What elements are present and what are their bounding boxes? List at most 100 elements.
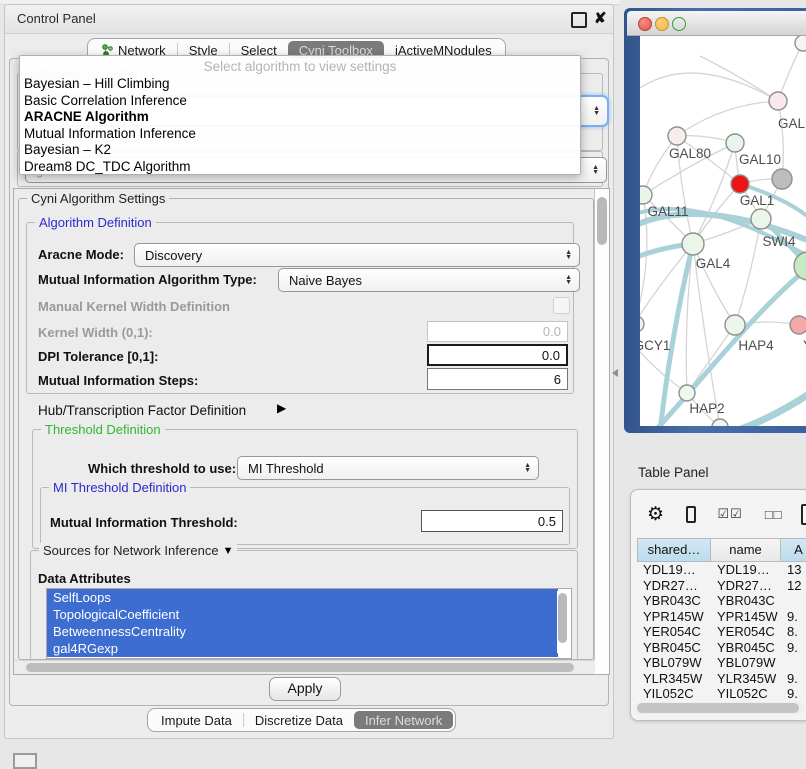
settings-horizontal-scrollbar[interactable] <box>14 660 595 674</box>
network-node[interactable] <box>795 36 806 51</box>
table-cell: YER054C <box>711 624 781 640</box>
deselect-all-checkboxes-icon[interactable]: □□ <box>765 507 783 522</box>
table-row[interactable]: YBL079WYBL079W <box>637 655 806 671</box>
bottom-tab-strip: Impute DataDiscretize DataInfer Network <box>147 708 456 732</box>
table-horizontal-scrollbar[interactable] <box>635 702 805 714</box>
mi-algorithm-type-combo[interactable]: Naive Bayes ▲▼ <box>278 268 580 292</box>
network-edge[interactable] <box>778 101 783 179</box>
algorithm-option[interactable]: Mutual Information Inference <box>20 126 580 143</box>
mi-threshold-input[interactable] <box>421 510 563 532</box>
algorithm-option[interactable]: Basic Correlation Inference <box>20 93 580 110</box>
network-edge[interactable] <box>677 101 778 136</box>
network-node[interactable] <box>640 186 652 204</box>
gear-icon[interactable]: ⚙ <box>647 503 664 526</box>
scrollbar-thumb[interactable] <box>597 197 607 245</box>
combo-arrows-icon: ▲▼ <box>558 275 579 285</box>
minimize-traffic-light-icon[interactable] <box>655 17 669 31</box>
algorithm-option[interactable]: Bayesian – Hill Climbing <box>20 76 580 93</box>
network-node[interactable] <box>751 209 771 229</box>
table-column-header[interactable]: A <box>781 538 806 562</box>
expand-arrow-icon[interactable]: ▶ <box>277 401 286 415</box>
scrollbar-thumb[interactable] <box>26 663 574 672</box>
table-cell: 12 <box>781 578 806 594</box>
network-node[interactable] <box>731 175 749 193</box>
columns-icon[interactable] <box>686 506 695 523</box>
kernel-width-input[interactable] <box>427 321 568 342</box>
network-edge[interactable] <box>693 244 720 426</box>
network-edge[interactable] <box>687 325 735 393</box>
aracne-mode-combo[interactable]: Discovery ▲▼ <box>134 243 580 267</box>
table-row[interactable]: YDR27…YDR27…12 <box>637 578 806 594</box>
table-row[interactable]: YER054CYER054C8. <box>637 624 806 640</box>
mi-threshold-definition-title: MI Threshold Definition <box>49 480 190 495</box>
manual-kernel-width-checkbox[interactable] <box>553 297 570 314</box>
table-cell: YDR27… <box>637 578 711 594</box>
data-attribute-item[interactable]: TopologicalCoefficient <box>47 606 558 623</box>
settings-vertical-scrollbar[interactable] <box>594 189 609 674</box>
network-node[interactable] <box>790 316 806 334</box>
table-toolbar: ⚙ ☑☑ □□ <box>631 498 806 530</box>
close-traffic-light-icon[interactable] <box>638 17 652 31</box>
tab-discretize-data[interactable]: Discretize Data <box>244 711 354 729</box>
float-icon[interactable] <box>571 12 587 28</box>
zoom-traffic-light-icon[interactable] <box>672 17 686 31</box>
settings-scrollpane: Cyni Algorithm Settings Algorithm Defini… <box>13 188 610 675</box>
table-row[interactable]: YPR145WYPR145W9. <box>637 609 806 625</box>
document-icon[interactable] <box>801 504 806 525</box>
scrollbar-thumb[interactable] <box>558 593 567 643</box>
scrollbar-thumb[interactable] <box>637 703 799 713</box>
network-node[interactable] <box>772 169 792 189</box>
collapse-arrow-icon[interactable]: ▼ <box>223 545 234 557</box>
network-node[interactable] <box>712 419 728 426</box>
network-node[interactable] <box>668 127 686 145</box>
network-view-window[interactable]: GALGAL80GAL10GAL1GAL11SWI4GAL4GCY1HAP4YH… <box>624 8 806 433</box>
control-panel-title: Control Panel <box>17 11 96 26</box>
network-node[interactable] <box>640 316 644 332</box>
network-node-label: GAL80 <box>669 146 711 161</box>
splitter-collapse-arrow-icon[interactable] <box>612 369 618 377</box>
which-threshold-combo[interactable]: MI Threshold ▲▼ <box>237 456 539 480</box>
network-node[interactable] <box>725 315 745 335</box>
select-all-checkboxes-icon[interactable]: ☑☑ <box>718 506 743 522</box>
combo-arrows-icon: ▲▼ <box>558 250 579 260</box>
data-attribute-item[interactable]: SelfLoops <box>47 589 558 606</box>
algorithm-option[interactable]: Bayesian – K2 <box>20 142 580 159</box>
table-column-header[interactable]: name <box>711 538 781 562</box>
dpi-tolerance-input[interactable] <box>427 344 568 366</box>
table-cell: YBL079W <box>711 655 781 671</box>
control-panel-titlebar[interactable]: Control Panel ✘ <box>5 5 613 34</box>
network-node[interactable] <box>682 233 704 255</box>
network-edge[interactable] <box>643 136 677 195</box>
algorithm-option[interactable]: Dream8 DC_TDC Algorithm <box>20 159 580 176</box>
data-attribute-item[interactable]: BetweennessCentrality <box>47 623 558 640</box>
table-row[interactable]: YLR345WYLR345W9. <box>637 671 806 687</box>
tab-infer-network[interactable]: Infer Network <box>354 711 453 729</box>
network-node[interactable] <box>726 134 744 152</box>
table-row[interactable]: YBR043CYBR043C <box>637 593 806 609</box>
aracne-mode-label: Aracne Mode: <box>38 247 124 262</box>
data-attribute-item[interactable]: gal4RGexp <box>47 640 558 657</box>
network-node[interactable] <box>769 92 787 110</box>
network-edge[interactable] <box>735 219 761 325</box>
network-edge[interactable] <box>640 73 778 101</box>
table-row[interactable]: YIL052CYIL052C9. <box>637 686 806 702</box>
tab-impute-data[interactable]: Impute Data <box>150 711 243 729</box>
table-column-header[interactable]: shared… <box>637 538 711 562</box>
network-node[interactable] <box>679 385 695 401</box>
network-canvas[interactable]: GALGAL80GAL10GAL1GAL11SWI4GAL4GCY1HAP4YH… <box>640 36 806 426</box>
mi-steps-input[interactable] <box>427 368 568 390</box>
close-icon[interactable]: ✘ <box>594 9 607 27</box>
apply-button[interactable]: Apply <box>269 677 341 701</box>
network-edge-highlighted[interactable] <box>654 268 806 426</box>
table-header-row: shared…nameA <box>637 538 806 562</box>
table-row[interactable]: YDL19…YDL19…13 <box>637 562 806 578</box>
network-node-label: HAP2 <box>689 401 724 416</box>
network-edge-highlighted[interactable] <box>732 392 806 426</box>
table-row[interactable]: YBR045CYBR045C9. <box>637 640 806 656</box>
table-cell: YDR27… <box>711 578 781 594</box>
list-vertical-scrollbar[interactable] <box>557 591 569 653</box>
algorithm-option[interactable]: ARACNE Algorithm <box>20 109 580 126</box>
network-edge[interactable] <box>640 195 647 324</box>
network-window-titlebar[interactable] <box>627 11 806 36</box>
algorithm-definition-title: Algorithm Definition <box>35 215 156 230</box>
